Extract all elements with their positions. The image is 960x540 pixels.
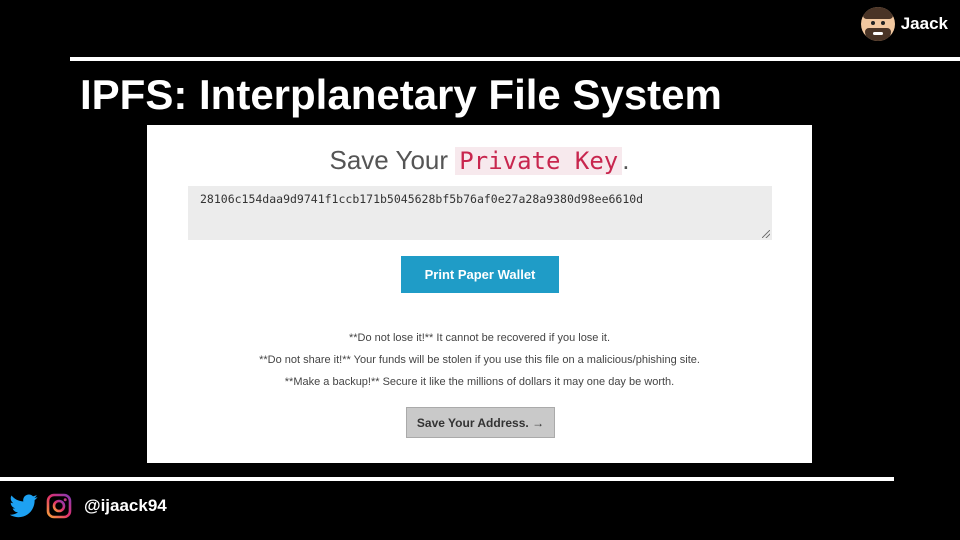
warning-item: **Make a backup!** Secure it like the mi…	[284, 376, 675, 388]
top-divider	[70, 57, 960, 61]
social-footer: @ijaack94	[10, 493, 167, 519]
warning-item: **Do not share it!** Your funds will be …	[259, 354, 700, 366]
heading-highlight: Private Key	[455, 147, 623, 175]
wallet-screenshot: Save Your Private Key. 28106c154daa9d974…	[147, 125, 812, 463]
private-key-textarea[interactable]: 28106c154daa9d9741f1ccb171b5045628bf5b76…	[188, 186, 772, 240]
warnings-list: **Do not lose it!** It cannot be recover…	[147, 327, 812, 393]
instagram-icon[interactable]	[46, 493, 72, 519]
brand: Jaack	[860, 7, 948, 41]
resize-grip-icon[interactable]	[762, 230, 770, 238]
slide: Jaack IPFS: Interplanetary File System S…	[0, 0, 960, 540]
memoji-avatar-icon	[860, 7, 895, 41]
social-handle[interactable]: @ijaack94	[84, 496, 167, 516]
twitter-icon[interactable]	[10, 494, 38, 518]
bottom-divider	[0, 477, 894, 481]
save-key-heading: Save Your Private Key.	[147, 143, 812, 178]
save-address-button[interactable]: Save Your Address. →	[406, 407, 555, 438]
heading-prefix: Save Your	[329, 145, 449, 175]
heading-suffix: .	[622, 145, 630, 175]
slide-title: IPFS: Interplanetary File System	[80, 71, 722, 118]
private-key-value: 28106c154daa9d9741f1ccb171b5045628bf5b76…	[200, 192, 644, 206]
print-paper-wallet-button[interactable]: Print Paper Wallet	[401, 256, 559, 293]
brand-name: Jaack	[900, 14, 948, 33]
warning-item: **Do not lose it!** It cannot be recover…	[348, 332, 611, 344]
